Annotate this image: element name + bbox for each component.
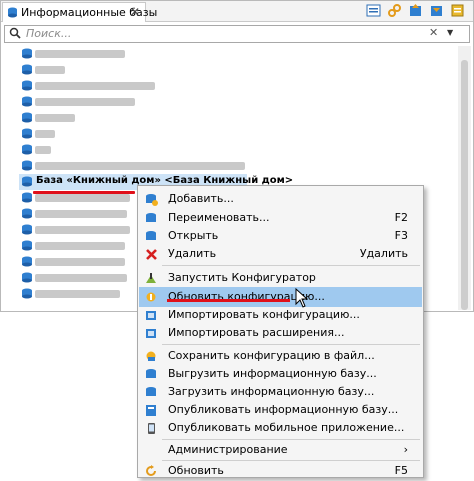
import-ext-icon	[146, 329, 156, 338]
load-db-icon	[146, 387, 156, 396]
search-field[interactable]: Поиск... ✕ ▼	[4, 25, 470, 43]
menu-item-load-db[interactable]: Загрузить информационную базу...	[139, 382, 422, 402]
context-menu: Добавить... Переименовать... F2 Открыть …	[137, 185, 424, 478]
export-db-icon	[146, 369, 156, 378]
menu-item-save-config[interactable]: Сохранить конфигурацию в файл...	[139, 346, 422, 366]
tab-bar: Информационные базы ✕	[1, 1, 473, 22]
menu-item-import-config[interactable]: Импортировать конфигурацию...	[139, 305, 422, 325]
mouse-cursor-icon	[295, 288, 309, 308]
rename-icon	[146, 213, 156, 222]
import-config-icon	[146, 311, 156, 320]
menu-item-add[interactable]: Добавить...	[139, 189, 422, 209]
menu-item-open[interactable]: Открыть F3	[139, 226, 422, 246]
database-icon	[22, 176, 32, 187]
menu-item-update-config[interactable]: Обновить конфигурацию...	[139, 287, 422, 307]
database-icon	[22, 224, 32, 235]
download-icon[interactable]	[429, 3, 444, 18]
database-icon	[7, 7, 18, 21]
vertical-scrollbar[interactable]	[458, 46, 471, 310]
menu-item-run-configurator[interactable]: Запустить Конфигуратор	[139, 268, 422, 288]
menu-icon[interactable]	[450, 3, 465, 18]
database-icon	[22, 256, 32, 267]
update-config-icon	[146, 292, 156, 302]
database-icon	[22, 272, 32, 283]
menu-item-delete[interactable]: Удалить Удалить	[139, 244, 422, 264]
open-icon	[146, 231, 156, 240]
clear-icon[interactable]: ✕	[429, 26, 438, 39]
toolbar	[366, 3, 465, 19]
menu-separator	[162, 265, 420, 266]
database-icon	[22, 208, 32, 219]
database-icon	[22, 240, 32, 251]
red-underline	[167, 299, 290, 302]
delete-icon	[146, 249, 157, 260]
add-icon	[146, 194, 158, 206]
menu-item-rename[interactable]: Переименовать... F2	[139, 208, 422, 228]
save-config-icon	[146, 351, 156, 361]
list-view-icon[interactable]	[366, 3, 381, 18]
menu-item-export-db[interactable]: Выгрузить информационную базу...	[139, 364, 422, 384]
database-icon	[22, 144, 32, 155]
upload-icon[interactable]	[408, 3, 423, 18]
database-icon	[22, 112, 32, 123]
close-icon[interactable]: ✕	[130, 5, 140, 19]
menu-item-import-extensions[interactable]: Импортировать расширения...	[139, 323, 422, 343]
database-icon	[22, 48, 32, 59]
menu-item-publish-db[interactable]: Опубликовать информационную базу...	[139, 400, 422, 420]
publish-mobile-icon	[148, 423, 155, 434]
menu-item-refresh[interactable]: Обновить F5	[139, 461, 422, 481]
database-icon	[22, 192, 32, 203]
database-icon	[22, 96, 32, 107]
search-icon	[9, 27, 22, 43]
configurator-icon	[146, 273, 156, 283]
database-icon	[22, 128, 32, 139]
menu-item-administration[interactable]: Администрирование ›	[139, 440, 422, 460]
database-icon	[22, 160, 32, 171]
database-icon	[22, 80, 32, 91]
refresh-icon	[146, 465, 156, 476]
tab-infobases[interactable]: Информационные базы ✕	[2, 2, 157, 22]
search-placeholder: Поиск...	[26, 27, 72, 40]
menu-item-publish-mobile[interactable]: Опубликовать мобильное приложение...	[139, 418, 422, 438]
scrollbar-thumb[interactable]	[461, 60, 468, 310]
link-icon[interactable]	[387, 3, 402, 18]
dropdown-icon[interactable]: ▼	[447, 28, 453, 37]
publish-db-icon	[146, 405, 156, 416]
menu-separator	[162, 344, 420, 345]
database-icon	[22, 64, 32, 75]
database-icon	[22, 288, 32, 299]
submenu-arrow-icon: ›	[403, 443, 408, 456]
